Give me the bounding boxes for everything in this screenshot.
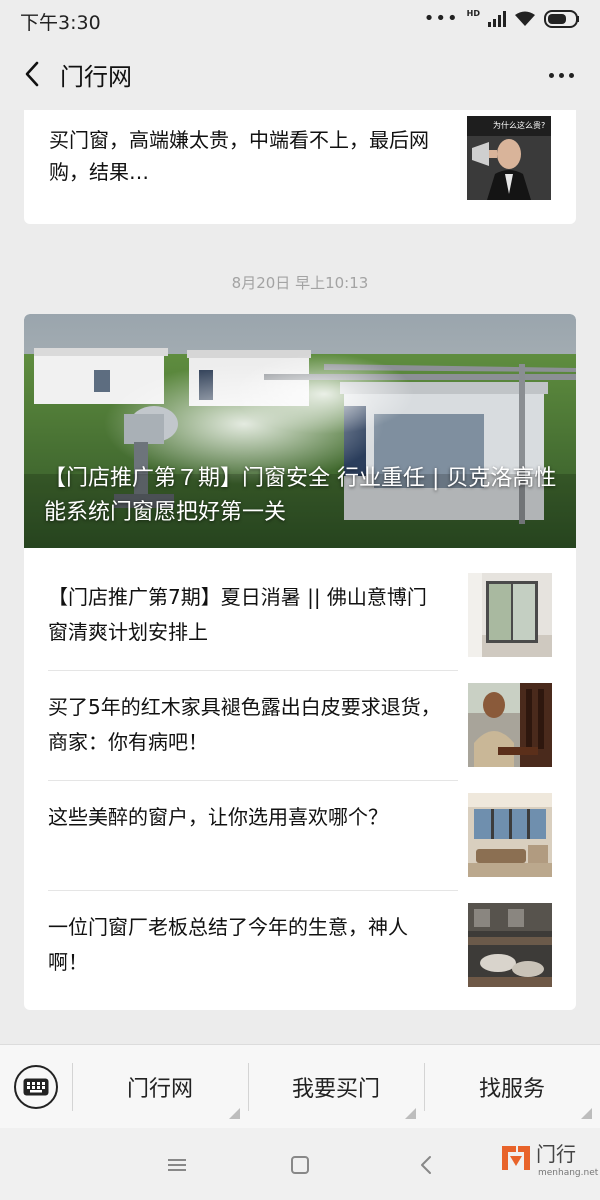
keyboard-button[interactable]	[14, 1065, 58, 1109]
man-furniture-image	[468, 683, 552, 767]
back-button[interactable]	[14, 56, 50, 92]
menu-item-label: 找服务	[478, 1077, 545, 1102]
list-item[interactable]: 一位门窗厂老板总结了今年的生意，神人啊！	[48, 890, 576, 1000]
sliding-door-image	[468, 573, 552, 657]
article-thumbnail: 为什么这么贵?	[467, 116, 551, 200]
article-group-card: 【门店推广第７期】门窗安全 行业重任 | 贝克洛高性能系统门窗愿把好第一关 【门…	[24, 314, 576, 1010]
article-title: 一位门窗厂老板总结了今年的生意，神人啊！	[48, 915, 408, 974]
chevron-left-icon	[25, 61, 39, 87]
wifi-icon	[515, 11, 535, 26]
status-icons: ••• HD	[424, 9, 580, 29]
living-room-window-image	[468, 793, 552, 877]
bottom-menu: 门行网 我要买门 找服务	[0, 1044, 600, 1128]
more-button[interactable]	[544, 60, 578, 90]
message-timestamp: 8月20日 早上10:13	[231, 274, 369, 292]
system-back-button[interactable]	[411, 1150, 441, 1180]
article-thumbnail	[468, 573, 552, 657]
menhang-logo-icon	[502, 1146, 530, 1170]
menu-item-find-service[interactable]: 找服务	[424, 1045, 600, 1129]
list-item[interactable]: 这些美醉的窗户，让你选用喜欢哪个？	[48, 780, 576, 890]
status-time: 下午3:30	[20, 12, 101, 34]
menu-item-label: 我要买门	[291, 1077, 380, 1102]
signal-icon	[488, 11, 506, 27]
watermark-url: menhang.net	[538, 1168, 599, 1178]
status-bar: 下午3:30 ••• HD	[0, 0, 600, 38]
article-title: 这些美醉的窗户，让你选用喜欢哪个？	[48, 805, 388, 829]
home-square-icon	[291, 1156, 309, 1174]
recent-apps-button[interactable]	[162, 1150, 192, 1180]
system-nav-bar: 门行 menhang.net	[0, 1128, 600, 1200]
more-dot	[568, 72, 574, 78]
submenu-indicator-icon	[405, 1108, 416, 1119]
list-item[interactable]: 【门店推广第7期】夏日消暑 || 佛山意博门窗清爽计划安排上	[48, 560, 576, 670]
home-button[interactable]	[285, 1150, 315, 1180]
article-thumbnail	[468, 793, 552, 877]
article-title: 买门窗，高端嫌太贵，中端看不上，最后网购，结果…	[49, 128, 429, 184]
factory-floor-image	[468, 903, 552, 987]
brand-watermark: 门行 menhang.net	[500, 1138, 598, 1186]
article-thumbnail	[468, 683, 552, 767]
menu-item-menhang[interactable]: 门行网	[72, 1045, 248, 1129]
article-title: 买了5年的红木家具褪色露出白皮要求退货，商家：你有病吧！	[48, 695, 441, 754]
article-title: 【门店推广第7期】夏日消暑 || 佛山意博门窗清爽计划安排上	[48, 585, 427, 644]
nav-title: 门行网	[60, 63, 132, 91]
more-dot	[548, 72, 554, 78]
more-dots-icon: •••	[423, 8, 459, 29]
more-dot	[558, 72, 564, 78]
nav-bar: 门行网	[0, 38, 600, 110]
article-thumbnail	[468, 903, 552, 987]
battery-icon	[544, 10, 579, 28]
hero-article[interactable]: 【门店推广第７期】门窗安全 行业重任 | 贝克洛高性能系统门窗愿把好第一关	[24, 314, 576, 548]
back-icon	[421, 1156, 431, 1174]
thumb-caption: 为什么这么贵?	[493, 121, 546, 130]
hd-badge: HD	[466, 9, 480, 18]
menu-item-buy-door[interactable]: 我要买门	[248, 1045, 424, 1129]
submenu-indicator-icon	[229, 1108, 240, 1119]
submenu-indicator-icon	[581, 1108, 592, 1119]
hero-title: 【门店推广第７期】门窗安全 行业重任 | 贝克洛高性能系统门窗愿把好第一关	[44, 466, 557, 525]
menu-item-label: 门行网	[126, 1077, 193, 1102]
article-card-top[interactable]: 买门窗，高端嫌太贵，中端看不上，最后网购，结果… 为什么这么贵?	[24, 110, 576, 224]
watermark-text: 门行	[536, 1142, 576, 1166]
menu-icon	[168, 1159, 186, 1171]
keyboard-icon	[23, 1078, 49, 1096]
list-item[interactable]: 买了5年的红木家具褪色露出白皮要求退货，商家：你有病吧！	[48, 670, 576, 780]
